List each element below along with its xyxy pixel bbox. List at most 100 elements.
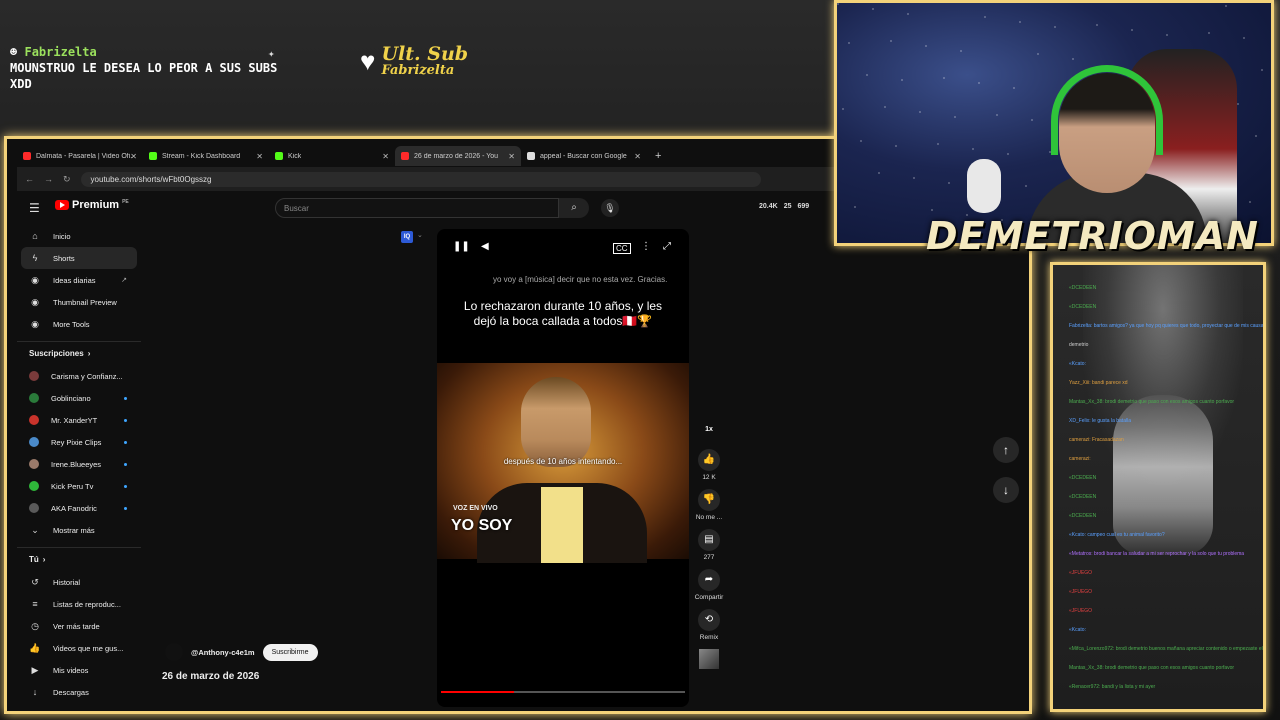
sidebar-item-label: Mr. XanderYT bbox=[51, 415, 98, 425]
sidebar-item[interactable]: Goblinciano bbox=[17, 387, 141, 409]
sidebar-item[interactable]: ◷ Ver más tarde bbox=[17, 615, 141, 637]
publish-date: 26 de marzo de 2026 bbox=[162, 671, 260, 682]
sidebar-item[interactable]: ⌂ Inicio bbox=[17, 225, 141, 247]
sidebar-item[interactable]: Carisma y Confianz... bbox=[17, 365, 141, 387]
comment-icon: ▤ bbox=[698, 529, 720, 551]
sidebar-item[interactable]: ↺ Historial bbox=[17, 571, 141, 593]
back-icon[interactable]: ← bbox=[25, 174, 34, 184]
sidebar-item-label: Thumbnail Preview bbox=[53, 297, 117, 307]
star bbox=[837, 3, 839, 5]
star bbox=[1025, 185, 1027, 187]
tab-close-icon[interactable]: ✕ bbox=[256, 152, 263, 161]
shorts-player[interactable]: ❚❚ ◀ CC ⋮ ⤢ yo voy a [música] decir que … bbox=[437, 229, 689, 707]
chat-message: «Mifca_Lorenzo972: brodi demetrio buenos… bbox=[1069, 646, 1263, 652]
you-heading[interactable]: Tú › bbox=[17, 547, 141, 571]
volume-icon[interactable]: ◀ bbox=[481, 241, 489, 252]
sidebar-item[interactable]: ↓ Descargas bbox=[17, 681, 141, 703]
sidebar-item[interactable]: Rey Pixie Clips bbox=[17, 431, 141, 453]
sidebar-item-label: Ver más tarde bbox=[53, 621, 100, 631]
sidebar-item[interactable]: ◉ Ideas diarias ↗ bbox=[17, 269, 141, 291]
subscriptions-heading[interactable]: Suscripciones › bbox=[17, 341, 141, 365]
chevron-right-icon: › bbox=[42, 555, 46, 564]
search-icon[interactable]: ⌕ bbox=[559, 198, 589, 218]
sidebar-item-label: Rey Pixie Clips bbox=[51, 437, 102, 447]
star bbox=[878, 172, 880, 174]
browser-tab[interactable]: Dalmata - Pasarela | Video Ofi... ✕ bbox=[17, 146, 143, 166]
star bbox=[1013, 87, 1015, 89]
heart-icon: ♥ bbox=[360, 46, 376, 76]
last-sub-title: Ult. Sub bbox=[381, 43, 469, 65]
star bbox=[984, 16, 986, 18]
star bbox=[1255, 135, 1257, 137]
menu-icon[interactable]: ☰ bbox=[29, 201, 40, 215]
sidebar-item[interactable]: 👍 Videos que me gus... bbox=[17, 637, 141, 659]
chevron-down-icon[interactable]: ⌄ bbox=[417, 231, 423, 239]
tab-close-icon[interactable]: ✕ bbox=[508, 152, 515, 161]
browser-tab[interactable]: 26 de marzo de 2026 - You ✕ bbox=[395, 146, 521, 166]
channel-avatar[interactable] bbox=[165, 643, 183, 661]
sidebar-item[interactable]: Irene.Blueeyes bbox=[17, 453, 141, 475]
comments-button[interactable]: ▤ 277 bbox=[693, 529, 725, 561]
sidebar-item[interactable]: Kick Peru Tv bbox=[17, 475, 141, 497]
more-options-icon[interactable]: ⋮ bbox=[641, 241, 651, 252]
like-button[interactable]: 👍 12 K bbox=[693, 449, 725, 481]
tab-close-icon[interactable]: ✕ bbox=[382, 152, 389, 161]
chat-message: «DCEDEEN bbox=[1069, 494, 1097, 500]
sidebar-item-label: Historial bbox=[53, 577, 81, 587]
extension-icon: ◉ bbox=[31, 318, 39, 329]
live-dot bbox=[124, 484, 127, 488]
browser-tab[interactable]: Kick ✕ bbox=[269, 146, 395, 166]
channel-avatar bbox=[29, 503, 39, 513]
tab-close-icon[interactable]: ✕ bbox=[130, 152, 137, 161]
chevron-right-icon: › bbox=[87, 349, 91, 358]
dislike-button[interactable]: 👎 No me ... bbox=[693, 489, 725, 521]
sidebar-item[interactable]: ϟ Shorts bbox=[21, 247, 137, 269]
sidebar-item[interactable]: AKA Fanodric bbox=[17, 497, 141, 519]
search-input[interactable]: Buscar bbox=[275, 198, 559, 218]
progress-bar[interactable] bbox=[441, 691, 685, 693]
browser-tab[interactable]: Stream - Kick Dashboard ✕ bbox=[143, 146, 269, 166]
forward-icon[interactable]: → bbox=[44, 174, 53, 184]
show-more-button[interactable]: ⌄ Mostrar más bbox=[17, 519, 141, 541]
shorts-actions: 1x 👍 12 K 👎 No me ... ▤ 277 ➦ Compartir ⟲ Rem… bbox=[693, 419, 725, 669]
sidebar-item[interactable]: ◉ More Tools bbox=[17, 313, 141, 335]
microphone-icon[interactable]: 🎙 bbox=[601, 199, 619, 217]
captions-icon[interactable]: CC bbox=[613, 243, 631, 254]
sound-thumbnail[interactable] bbox=[699, 649, 719, 669]
browser-tab[interactable]: appeal - Buscar con Google ✕ bbox=[521, 146, 647, 166]
star bbox=[848, 42, 850, 44]
share-icon: ➦ bbox=[698, 569, 720, 591]
new-tab-icon[interactable]: + bbox=[655, 150, 661, 162]
tab-title: 26 de marzo de 2026 - You bbox=[414, 152, 499, 160]
star bbox=[948, 182, 950, 184]
speed-button[interactable]: 1x bbox=[693, 419, 725, 441]
share-button[interactable]: ➦ Compartir bbox=[693, 569, 725, 601]
remix-button[interactable]: ⟲ Remix bbox=[693, 609, 725, 641]
tab-close-icon[interactable]: ✕ bbox=[634, 152, 641, 161]
iq-extension-icon[interactable]: IQ bbox=[401, 231, 413, 243]
sidebar-item[interactable]: ◉ Thumbnail Preview bbox=[17, 291, 141, 313]
previous-short-button[interactable]: ↑ bbox=[993, 437, 1019, 463]
subscribe-button[interactable]: Suscribirme bbox=[262, 643, 318, 661]
streamer-name: DEMETRIOMAN bbox=[926, 214, 1259, 258]
star bbox=[1054, 26, 1056, 28]
video-face bbox=[521, 377, 591, 467]
star bbox=[1096, 24, 1098, 26]
video-icon: ▶ bbox=[31, 664, 39, 675]
sidebar-item[interactable]: ▶ Mis videos bbox=[17, 659, 141, 681]
next-short-button[interactable]: ↓ bbox=[993, 477, 1019, 503]
star bbox=[866, 74, 868, 76]
youtube-logo[interactable]: Premium PE bbox=[55, 199, 129, 211]
chat-message: «Metatros: brodi bancar la saludar a mi … bbox=[1069, 551, 1245, 557]
sidebar-item[interactable]: ≡ Listas de reproduc... bbox=[17, 593, 141, 615]
address-bar[interactable]: youtube.com/shorts/wFbt0Ogsszg bbox=[80, 171, 761, 187]
reload-icon[interactable]: ↻ bbox=[63, 174, 71, 185]
share-label: Compartir bbox=[694, 594, 724, 601]
download-icon: ↓ bbox=[32, 687, 38, 697]
sidebar-item-label: More Tools bbox=[53, 319, 90, 329]
chat-message: XD_Felix: le gusta la batalla bbox=[1069, 418, 1131, 424]
sidebar-item[interactable]: Mr. XanderYT bbox=[17, 409, 141, 431]
fullscreen-icon[interactable]: ⤢ bbox=[663, 241, 671, 252]
channel-handle[interactable]: @Anthony-c4e1m bbox=[191, 648, 255, 657]
pause-icon[interactable]: ❚❚ bbox=[453, 241, 470, 252]
